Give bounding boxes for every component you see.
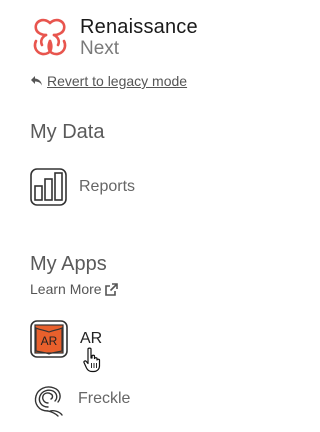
nav-item-label: Freckle: [78, 390, 131, 407]
revert-legacy-link[interactable]: Revert to legacy mode: [30, 73, 187, 89]
external-link-icon: [104, 282, 118, 296]
learn-more-link[interactable]: Learn More: [30, 281, 118, 297]
section-title-my-data: My Data: [30, 121, 105, 143]
learn-more-label: Learn More: [30, 281, 102, 297]
bar-chart-icon: [30, 168, 67, 206]
nav-item-label: Reports: [79, 178, 136, 195]
nav-item-reports[interactable]: Reports: [30, 168, 135, 206]
ar-book-icon: AR: [30, 320, 68, 358]
nav-item-label: AR: [80, 330, 103, 347]
hand-pointer-cursor-icon: [83, 347, 101, 373]
freckle-swirl-icon: [34, 386, 63, 417]
revert-legacy-label: Revert to legacy mode: [47, 73, 188, 89]
svg-text:AR: AR: [41, 334, 58, 348]
renaissance-logo-icon: [33, 18, 67, 56]
reply-arrow-icon: [31, 76, 42, 86]
brand-name: Renaissance: [80, 16, 198, 38]
brand-subname: Next: [80, 38, 120, 59]
section-title-my-apps: My Apps: [30, 253, 107, 275]
nav-item-freckle[interactable]: Freckle: [30, 381, 130, 417]
